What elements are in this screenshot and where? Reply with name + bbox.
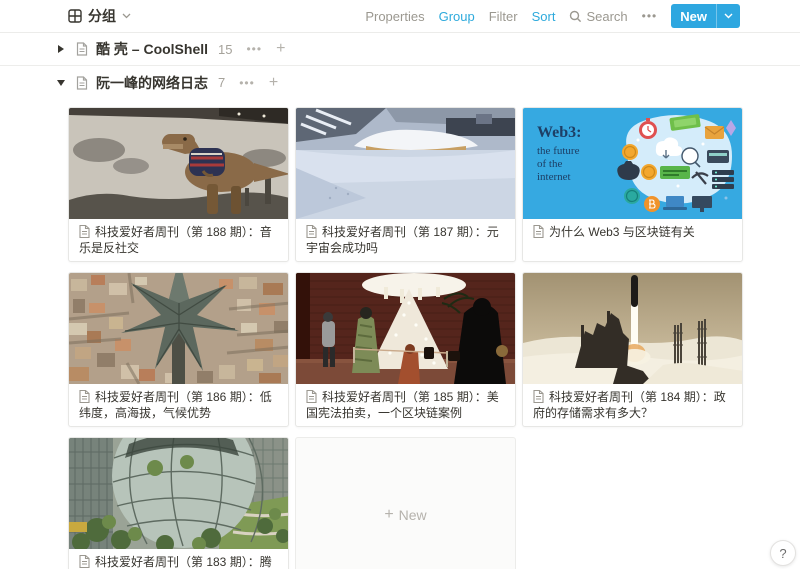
plus-icon: +: [384, 506, 393, 524]
help-button[interactable]: ?: [770, 540, 796, 566]
thumbnail-glass-spheres-image: [69, 438, 288, 549]
thumbnail-city-star-image: [69, 273, 288, 384]
thumbnail-trex-museum-image: [69, 108, 288, 219]
search-icon: [569, 10, 582, 23]
new-card-button[interactable]: + New: [295, 437, 516, 569]
document-icon: [79, 390, 90, 403]
thumbnail-web3-graphic-image: Web3: the future of the internet: [523, 108, 742, 219]
card-issue-185[interactable]: 科技爱好者周刊（第 185 期）：美国宪法拍卖，一个区块链案例: [295, 272, 516, 427]
chevron-down-icon: [122, 13, 131, 19]
card-title: 科技爱好者周刊（第 188 期）：音乐是反社交: [69, 219, 288, 262]
card-title: 为什么 Web3 与区块链有关: [523, 219, 742, 246]
card-issue-184[interactable]: 科技爱好者周刊（第 184 期）：政府的存储需求有多大？: [522, 272, 743, 427]
document-icon: [533, 225, 544, 238]
thumbnail-rocket-launch-image: [523, 273, 742, 384]
new-button-dropdown[interactable]: [717, 13, 740, 19]
view-name: 分组: [88, 6, 116, 26]
page-icon: [76, 42, 88, 56]
page-icon: [76, 76, 88, 90]
group-more-icon[interactable]: •••: [246, 42, 262, 56]
thumbnail-night-tent-image: [296, 273, 515, 384]
group-button[interactable]: Group: [439, 9, 475, 24]
document-icon: [79, 225, 90, 238]
group-more-icon[interactable]: •••: [239, 76, 255, 90]
gallery-view-icon: [68, 9, 82, 23]
view-toolbar: 分组 Properties Group Filter Sort Search •…: [0, 0, 800, 33]
web3-caption: Web3: the future of the internet: [523, 108, 581, 219]
group-add-icon[interactable]: +: [269, 75, 278, 91]
card-web3[interactable]: Web3: the future of the internet: [522, 107, 743, 262]
search-button[interactable]: Search: [569, 9, 627, 24]
group-collapse-toggle[interactable]: [54, 79, 68, 87]
document-icon: [306, 390, 317, 403]
group-count: 15: [218, 42, 232, 57]
group-header-ruanyifeng: 阮一峰的网络日志 7 ••• +: [0, 66, 800, 99]
properties-button[interactable]: Properties: [365, 9, 424, 24]
new-button[interactable]: New: [671, 4, 740, 28]
group-add-icon[interactable]: +: [276, 41, 285, 57]
card-issue-187[interactable]: 科技爱好者周刊（第 187 期）：元宇宙会成功吗: [295, 107, 516, 262]
card-title: 科技爱好者周刊（第 184 期）：政府的存储需求有多大？: [523, 384, 742, 427]
toolbar-actions: Properties Group Filter Sort Search ••• …: [365, 4, 740, 28]
card-title: 科技爱好者周刊（第 187 期）：元宇宙会成功吗: [296, 219, 515, 262]
card-issue-186[interactable]: 科技爱好者周刊（第 186 期）：低纬度，高海拔，气候优势: [68, 272, 289, 427]
help-icon: ?: [779, 546, 786, 561]
document-icon: [306, 225, 317, 238]
new-card-label: New: [399, 507, 427, 523]
group-collapse-toggle[interactable]: [54, 44, 68, 54]
card-title: 科技爱好者周刊（第 185 期）：美国宪法拍卖，一个区块链案例: [296, 384, 515, 427]
view-switcher[interactable]: 分组: [68, 6, 131, 26]
thumbnail-snow-building-image: [296, 108, 515, 219]
notion-gallery-page: 分组 Properties Group Filter Sort Search •…: [0, 0, 800, 569]
gallery-grid: 科技爱好者周刊（第 188 期）：音乐是反社交: [68, 107, 743, 569]
sort-button[interactable]: Sort: [532, 9, 556, 24]
search-label: Search: [586, 9, 627, 24]
triangle-right-icon: [57, 44, 65, 54]
document-icon: [533, 390, 544, 403]
document-icon: [79, 555, 90, 568]
more-options-icon[interactable]: •••: [642, 9, 658, 23]
group-count: 7: [218, 75, 225, 90]
new-button-label: New: [671, 9, 716, 24]
card-title: 科技爱好者周刊（第 186 期）：低纬度，高海拔，气候优势: [69, 384, 288, 427]
crypto-icons-cluster: [608, 112, 738, 216]
card-issue-188[interactable]: 科技爱好者周刊（第 188 期）：音乐是反社交: [68, 107, 289, 262]
card-issue-183[interactable]: 科技爱好者周刊（第 183 期）：腾讯的员工退休福利: [68, 437, 289, 569]
group-header-coolshell: 酷 壳 – CoolShell 15 ••• +: [0, 33, 800, 66]
card-title: 科技爱好者周刊（第 183 期）：腾讯的员工退休福利: [69, 549, 288, 569]
group-name[interactable]: 阮一峰的网络日志: [96, 73, 208, 93]
triangle-down-icon: [56, 79, 66, 87]
group-name[interactable]: 酷 壳 – CoolShell: [96, 39, 208, 59]
filter-button[interactable]: Filter: [489, 9, 518, 24]
chevron-down-icon: [724, 13, 733, 19]
